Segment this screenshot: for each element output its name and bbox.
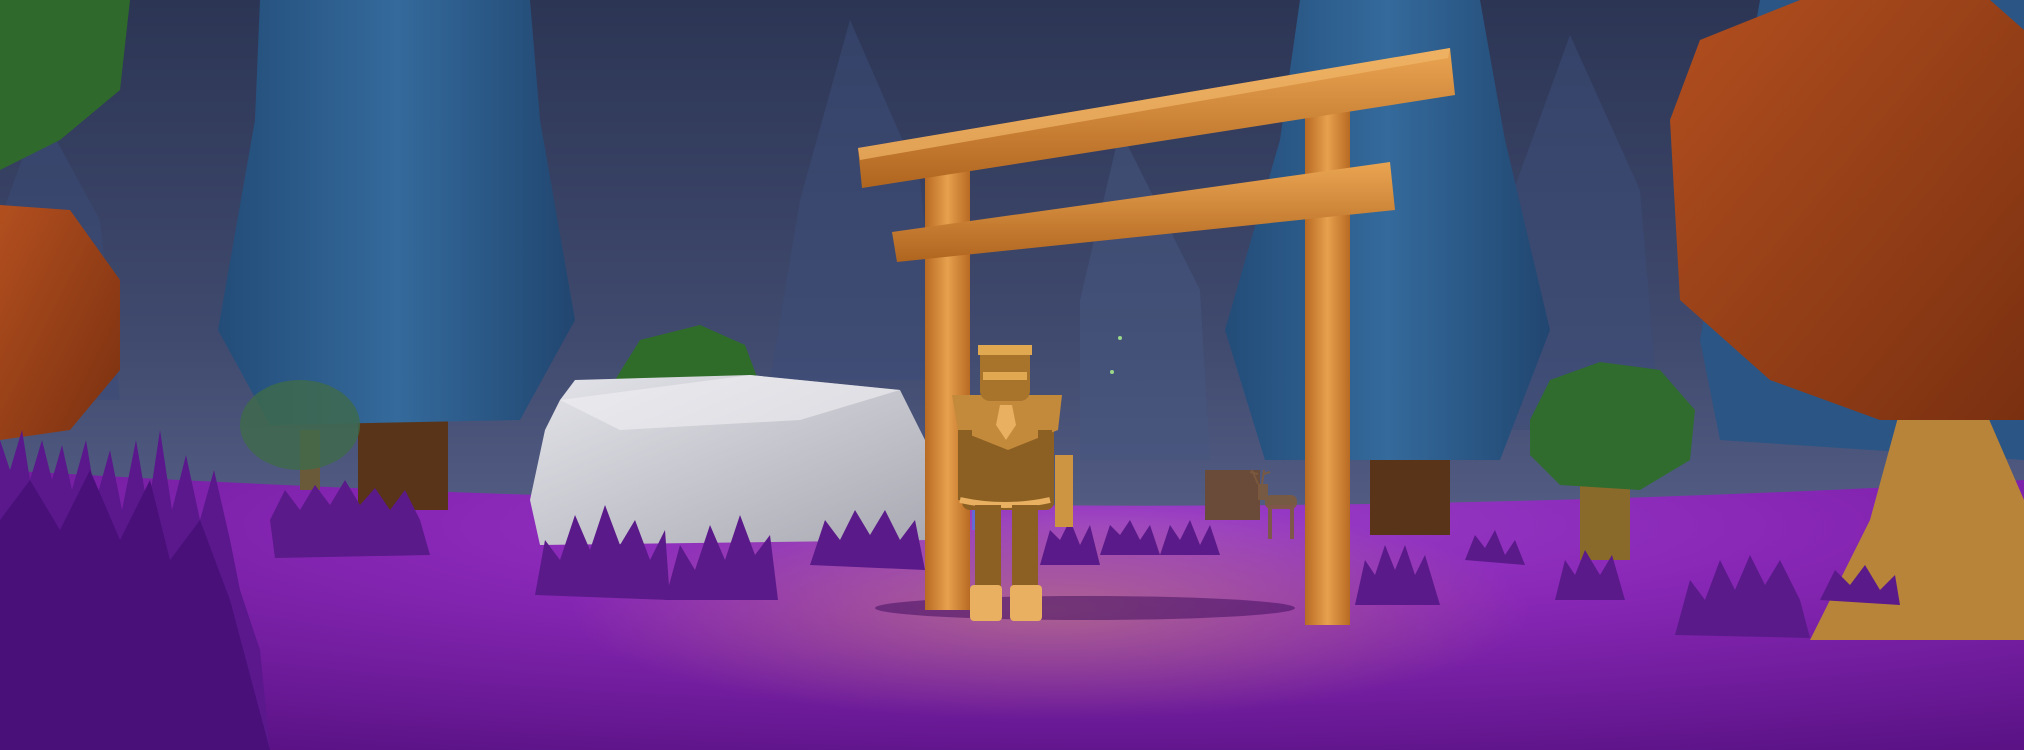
game-viewport[interactable]: [0, 0, 2024, 750]
firefly-particle: [1110, 370, 1114, 374]
firefly-particle: [1118, 336, 1122, 340]
white-boulder: [530, 375, 930, 545]
tree-stump: [1205, 470, 1260, 520]
